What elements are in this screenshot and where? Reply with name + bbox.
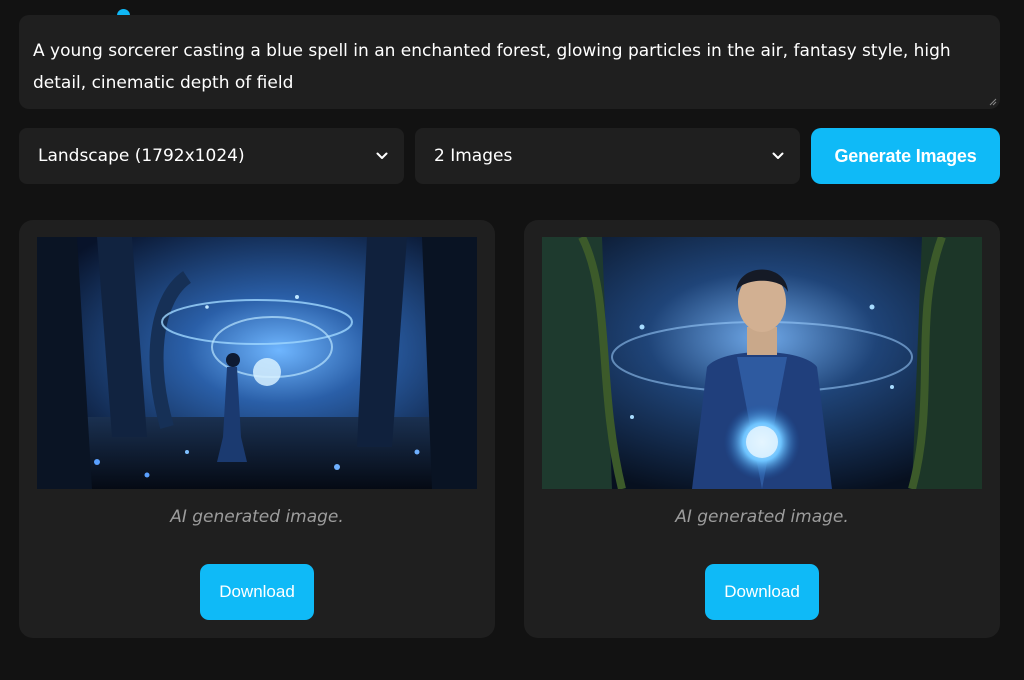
generated-image-1[interactable] <box>37 237 477 489</box>
result-card-2: AI generated image. Download <box>524 220 1000 638</box>
image-count-value: 2 Images <box>434 146 513 166</box>
download-button[interactable]: Download <box>200 564 314 620</box>
download-button[interactable]: Download <box>705 564 819 620</box>
image-caption: AI generated image. <box>675 507 849 527</box>
chevron-down-icon <box>376 150 388 162</box>
prompt-text: A young sorcerer casting a blue spell in… <box>33 41 957 93</box>
result-card-1: AI generated image. Download <box>19 220 495 638</box>
image-caption: AI generated image. <box>170 507 344 527</box>
resize-grip-icon[interactable] <box>989 98 997 106</box>
generate-images-button[interactable]: Generate Images <box>811 128 1000 184</box>
image-count-select[interactable]: 2 Images <box>415 128 800 184</box>
chevron-down-icon <box>772 150 784 162</box>
image-size-value: Landscape (1792x1024) <box>38 146 245 166</box>
generated-image-2[interactable] <box>542 237 982 489</box>
image-size-select[interactable]: Landscape (1792x1024) <box>19 128 404 184</box>
prompt-textarea[interactable]: A young sorcerer casting a blue spell in… <box>19 15 1000 109</box>
